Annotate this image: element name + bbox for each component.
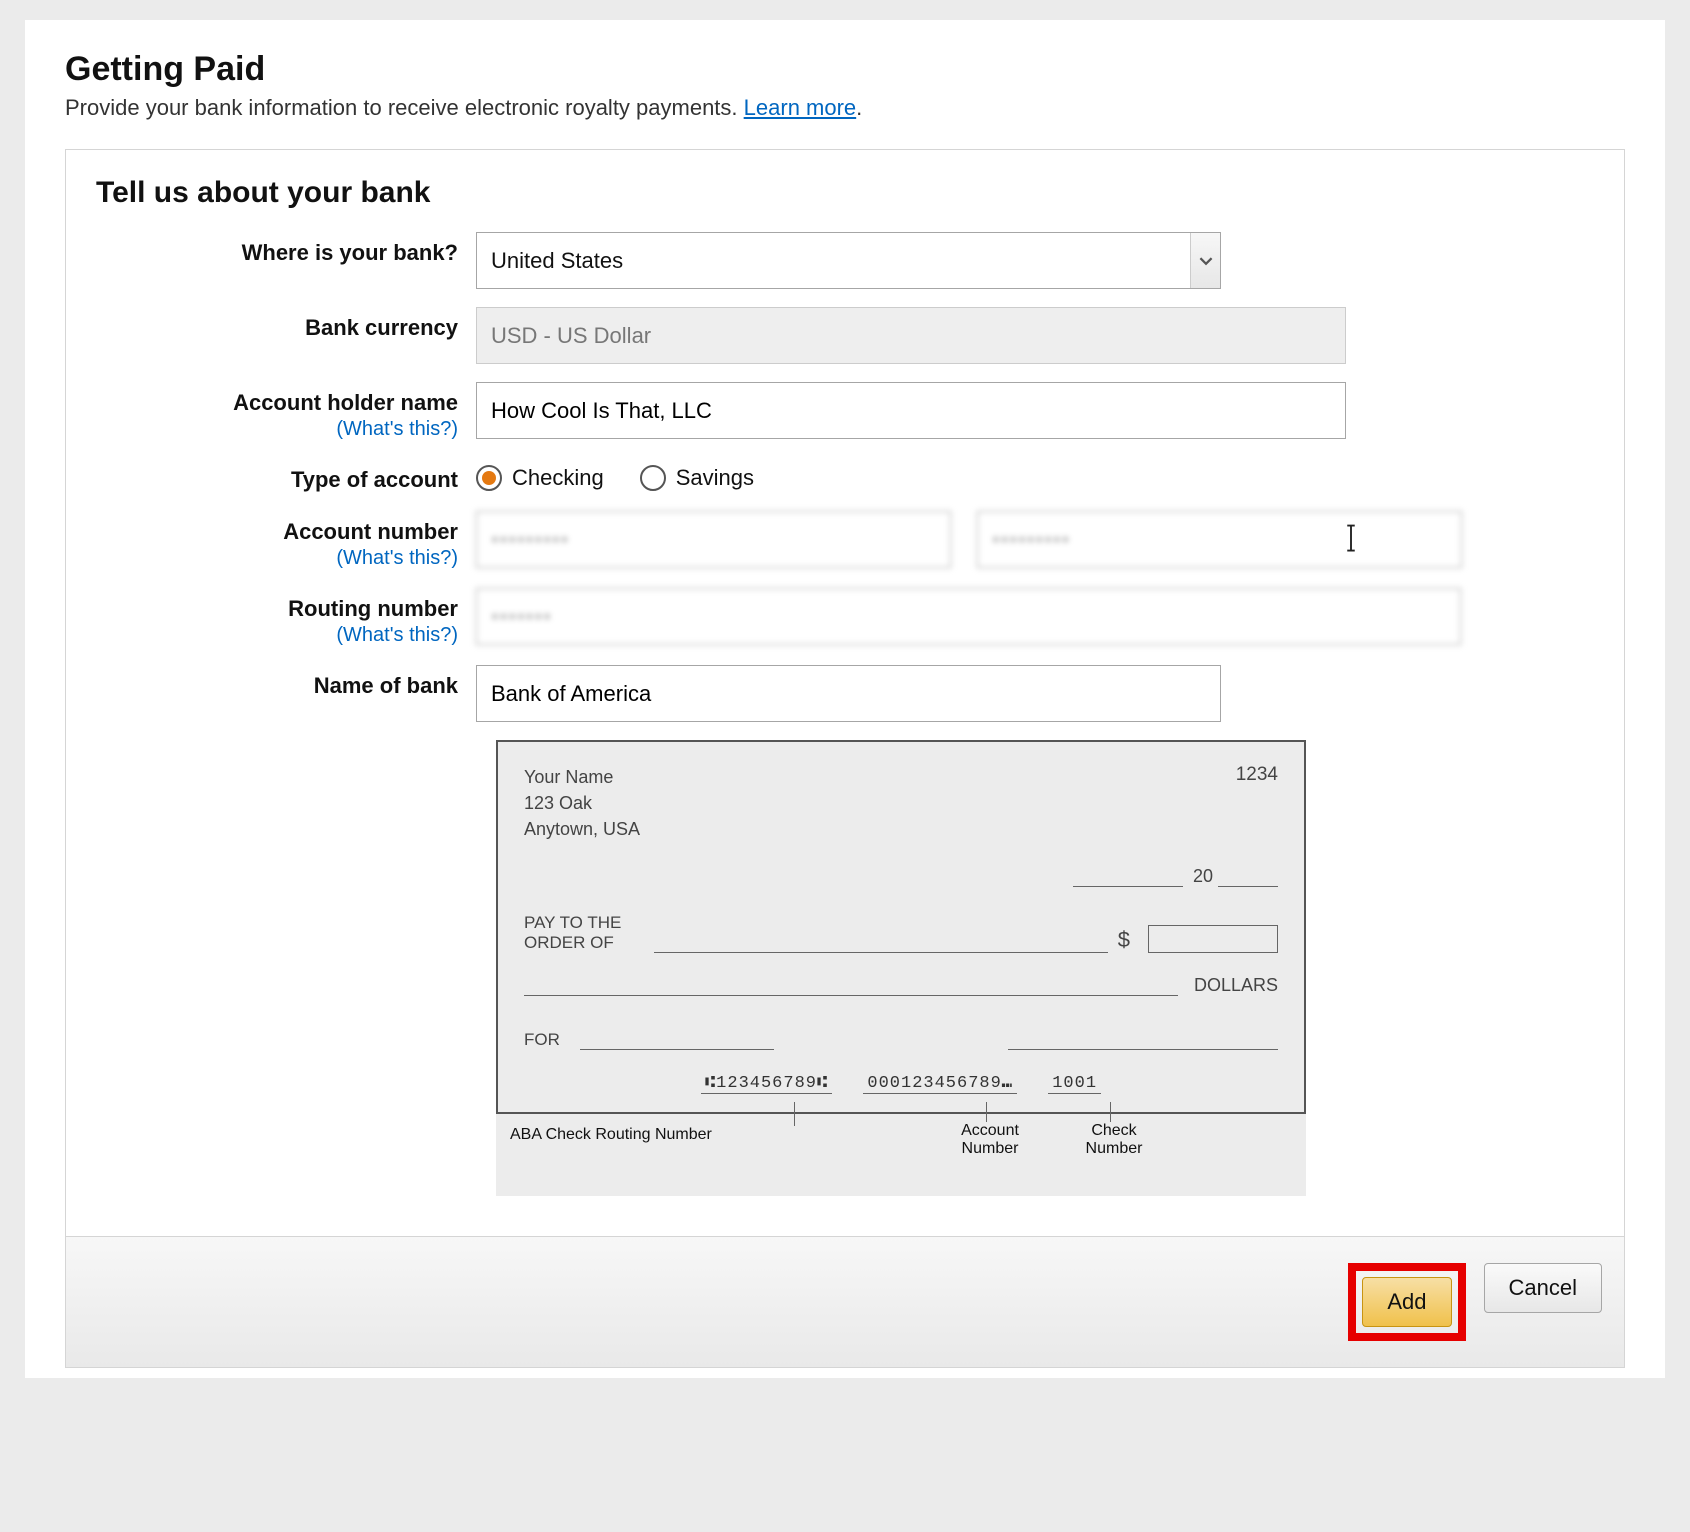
check-micr-routing: ⑆123456789⑆	[701, 1074, 832, 1094]
account-type-label: Type of account	[291, 467, 458, 492]
bank-currency-label: Bank currency	[305, 315, 458, 340]
check-label-check-2: Number	[1064, 1140, 1164, 1158]
bank-currency-readonly: USD - US Dollar	[476, 307, 1346, 364]
account-holder-label: Account holder name	[233, 390, 458, 415]
check-dollar-sign: $	[1118, 927, 1130, 953]
check-micr-check: 1001	[1048, 1074, 1101, 1094]
check-payto1: PAY TO THE	[524, 913, 644, 933]
check-payto2: ORDER OF	[524, 933, 644, 953]
check-micr-account: 000123456789⑉	[863, 1074, 1017, 1094]
account-type-checking-label: Checking	[512, 465, 604, 491]
account-type-checking-radio[interactable]: Checking	[476, 465, 604, 491]
radio-icon	[640, 465, 666, 491]
bank-location-value: United States	[477, 248, 1190, 274]
check-diagram: Your Name 123 Oak Anytown, USA 1234 20 P…	[496, 740, 1306, 1196]
bank-name-label: Name of bank	[314, 673, 458, 698]
bank-location-select[interactable]: United States	[476, 232, 1221, 289]
account-holder-input[interactable]	[476, 382, 1346, 439]
learn-more-link[interactable]: Learn more	[744, 95, 857, 120]
cancel-button[interactable]: Cancel	[1484, 1263, 1602, 1313]
check-addr1: 123 Oak	[524, 790, 640, 816]
check-label-routing: ABA Check Routing Number	[510, 1126, 712, 1144]
radio-icon	[476, 465, 502, 491]
section-title: Tell us about your bank	[96, 176, 1594, 210]
check-label-account-1: Account	[940, 1122, 1040, 1140]
add-button-highlight: Add	[1348, 1263, 1465, 1341]
check-label-check-1: Check	[1064, 1122, 1164, 1140]
check-label-account-2: Number	[940, 1140, 1040, 1158]
add-button[interactable]: Add	[1362, 1277, 1451, 1327]
routing-number-label: Routing number	[288, 596, 458, 621]
check-dollars-label: DOLLARS	[1194, 975, 1278, 996]
account-type-savings-label: Savings	[676, 465, 754, 491]
bank-name-input[interactable]	[476, 665, 1221, 722]
routing-number-whats-this-link[interactable]: (What's this?)	[96, 624, 458, 647]
check-number: 1234	[1236, 764, 1278, 842]
account-number-input[interactable]	[476, 511, 951, 568]
routing-number-input[interactable]	[476, 588, 1461, 645]
account-number-label: Account number	[283, 519, 458, 544]
account-number-confirm-input[interactable]	[977, 511, 1462, 568]
subtitle-suffix: .	[856, 95, 862, 120]
bank-location-label: Where is your bank?	[242, 240, 458, 265]
page-title: Getting Paid	[65, 50, 1625, 89]
account-number-whats-this-link[interactable]: (What's this?)	[96, 547, 458, 570]
check-for-label: FOR	[524, 1030, 560, 1050]
check-name: Your Name	[524, 764, 640, 790]
check-addr2: Anytown, USA	[524, 816, 640, 842]
bank-form-panel: Tell us about your bank Where is your ba…	[65, 149, 1625, 1368]
chevron-down-icon	[1190, 233, 1220, 288]
subtitle-text: Provide your bank information to receive…	[65, 95, 744, 120]
account-holder-whats-this-link[interactable]: (What's this?)	[96, 418, 458, 441]
account-type-savings-radio[interactable]: Savings	[640, 465, 754, 491]
page-subtitle: Provide your bank information to receive…	[65, 95, 1625, 121]
check-date-prefix: 20	[1193, 866, 1213, 886]
